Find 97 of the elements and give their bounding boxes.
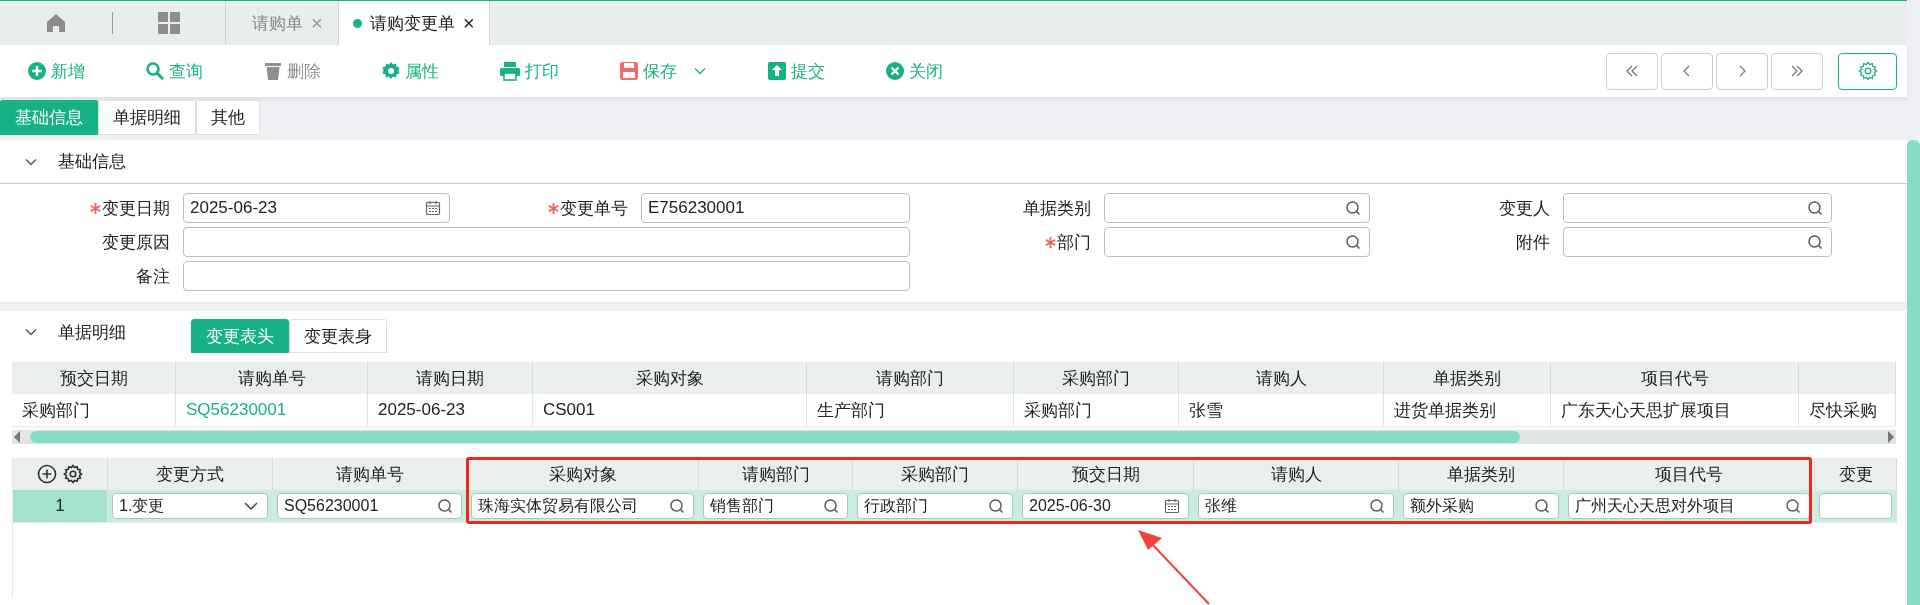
table-cell: 采购部门 <box>12 394 176 427</box>
lookup-field[interactable]: 珠海实体贸易有限公司 <box>471 493 694 519</box>
lookup-field[interactable]: 张维 <box>1198 493 1394 519</box>
lookup-field[interactable] <box>1563 227 1832 257</box>
column-header: 请购单号 <box>273 458 467 490</box>
column-header: 单据类别 <box>1384 362 1551 394</box>
search-icon[interactable] <box>437 498 453 514</box>
field-label: 变更原因 <box>102 231 170 254</box>
column-header: 请购人 <box>1194 458 1399 490</box>
column-header: 请购部门 <box>699 458 853 490</box>
settings-icon[interactable] <box>63 464 83 484</box>
table-cell: CS001 <box>533 394 807 427</box>
column-header: 请购单号 <box>176 362 368 394</box>
settings-button[interactable] <box>1838 52 1897 90</box>
search-icon <box>145 61 165 81</box>
gear-icon <box>381 61 401 81</box>
sub-tab[interactable]: 变更表身 <box>289 319 387 353</box>
dropdown-field[interactable]: 1.变更 <box>112 493 268 519</box>
plus-circle-icon <box>27 61 47 81</box>
table-cell: 广东天心天思扩展项目 <box>1551 394 1799 427</box>
column-header: 项目代号 <box>1551 362 1799 394</box>
section-title: 基础信息 <box>58 151 126 173</box>
column-header: 请购人 <box>1179 362 1384 394</box>
table-cell: 张雪 <box>1179 394 1384 427</box>
field-label: 变更日期 <box>102 197 170 220</box>
table-cell: 尽快采购 <box>1799 394 1896 427</box>
close-icon <box>885 61 905 81</box>
lookup-field[interactable]: 广州天心天思对外项目 <box>1568 493 1810 519</box>
column-header: 预交日期 <box>12 362 176 394</box>
field-label: 变更单号 <box>560 197 628 220</box>
text-field[interactable] <box>183 227 910 257</box>
column-header: 请购日期 <box>368 362 533 394</box>
lookup-field[interactable]: 销售部门 <box>703 493 848 519</box>
column-header: 变更方式 <box>108 458 273 490</box>
date-field[interactable]: 2025-06-30 <box>1022 493 1189 519</box>
column-header: 单据类别 <box>1399 458 1564 490</box>
close-button[interactable]: × <box>463 11 475 35</box>
table-cell: 2025-06-23 <box>368 394 533 427</box>
printer-icon <box>499 61 521 81</box>
search-icon[interactable] <box>988 498 1004 514</box>
lookup-field[interactable] <box>1104 193 1370 223</box>
upload-icon <box>767 61 787 81</box>
column-header: 项目代号 <box>1564 458 1815 490</box>
lookup-field[interactable]: 行政部门 <box>857 493 1013 519</box>
search-icon[interactable] <box>1345 234 1361 250</box>
search-icon[interactable] <box>1534 498 1550 514</box>
lookup-field[interactable]: SQ56230001 <box>277 493 462 519</box>
column-header: 采购对象 <box>467 458 699 490</box>
double-chevron-left-icon <box>1625 64 1639 78</box>
search-icon[interactable] <box>669 498 685 514</box>
field-label: 备注 <box>136 265 170 288</box>
column-header: 预交日期 <box>1018 458 1194 490</box>
column-header: 采购部门 <box>1014 362 1179 394</box>
section-title: 单据明细 <box>58 321 126 344</box>
gear-icon <box>1857 61 1878 81</box>
row-number: 1 <box>13 490 108 523</box>
scroll-right-icon[interactable] <box>1886 430 1896 444</box>
trash-icon <box>263 61 283 81</box>
lookup-field[interactable] <box>1563 193 1832 223</box>
search-icon[interactable] <box>1807 200 1823 216</box>
table-cell: 生产部门 <box>807 394 1014 427</box>
search-icon[interactable] <box>1785 498 1801 514</box>
field-label: 附件 <box>1516 231 1550 254</box>
field-label: 变更人 <box>1499 197 1550 220</box>
column-header: 请购部门 <box>807 362 1014 394</box>
scroll-left-icon[interactable] <box>12 430 22 444</box>
tab-label[interactable]: 请购变更单 <box>370 11 455 35</box>
scrollbar-thumb[interactable] <box>30 431 1520 443</box>
double-chevron-right-icon <box>1790 64 1804 78</box>
search-icon[interactable] <box>1807 234 1823 250</box>
grid-icon[interactable] <box>158 12 180 34</box>
text-field[interactable]: E756230001 <box>641 193 910 223</box>
lookup-field[interactable] <box>1104 227 1370 257</box>
text-field[interactable] <box>183 261 910 291</box>
search-icon[interactable] <box>1369 498 1385 514</box>
search-icon[interactable] <box>1345 200 1361 216</box>
text-field[interactable] <box>1819 493 1892 519</box>
field-label: 部门 <box>1057 231 1091 254</box>
vertical-scrollbar[interactable] <box>1907 140 1920 605</box>
field-label: 单据类别 <box>1023 197 1091 220</box>
page-tab[interactable]: 单据明细 <box>98 100 196 135</box>
document-tab[interactable]: 请购变更单 × <box>338 1 490 45</box>
column-header: 变更 <box>1815 458 1897 490</box>
column-header: 采购对象 <box>533 362 807 394</box>
column-header: 采购部门 <box>853 458 1018 490</box>
lookup-field[interactable]: 额外采购 <box>1403 493 1559 519</box>
table-cell: 采购部门 <box>1014 394 1179 427</box>
calendar-icon[interactable] <box>425 200 441 216</box>
home-icon[interactable] <box>46 13 66 33</box>
add-row-icon[interactable] <box>37 464 57 484</box>
search-icon[interactable] <box>823 498 839 514</box>
date-field[interactable]: 2025-06-23 <box>183 193 450 223</box>
page-tab[interactable]: 其他 <box>196 100 260 135</box>
calendar-icon[interactable] <box>1164 498 1180 514</box>
table-cell: 进货单据类别 <box>1384 394 1551 427</box>
horizontal-scrollbar[interactable] <box>12 430 1896 444</box>
active-dot <box>353 18 362 28</box>
